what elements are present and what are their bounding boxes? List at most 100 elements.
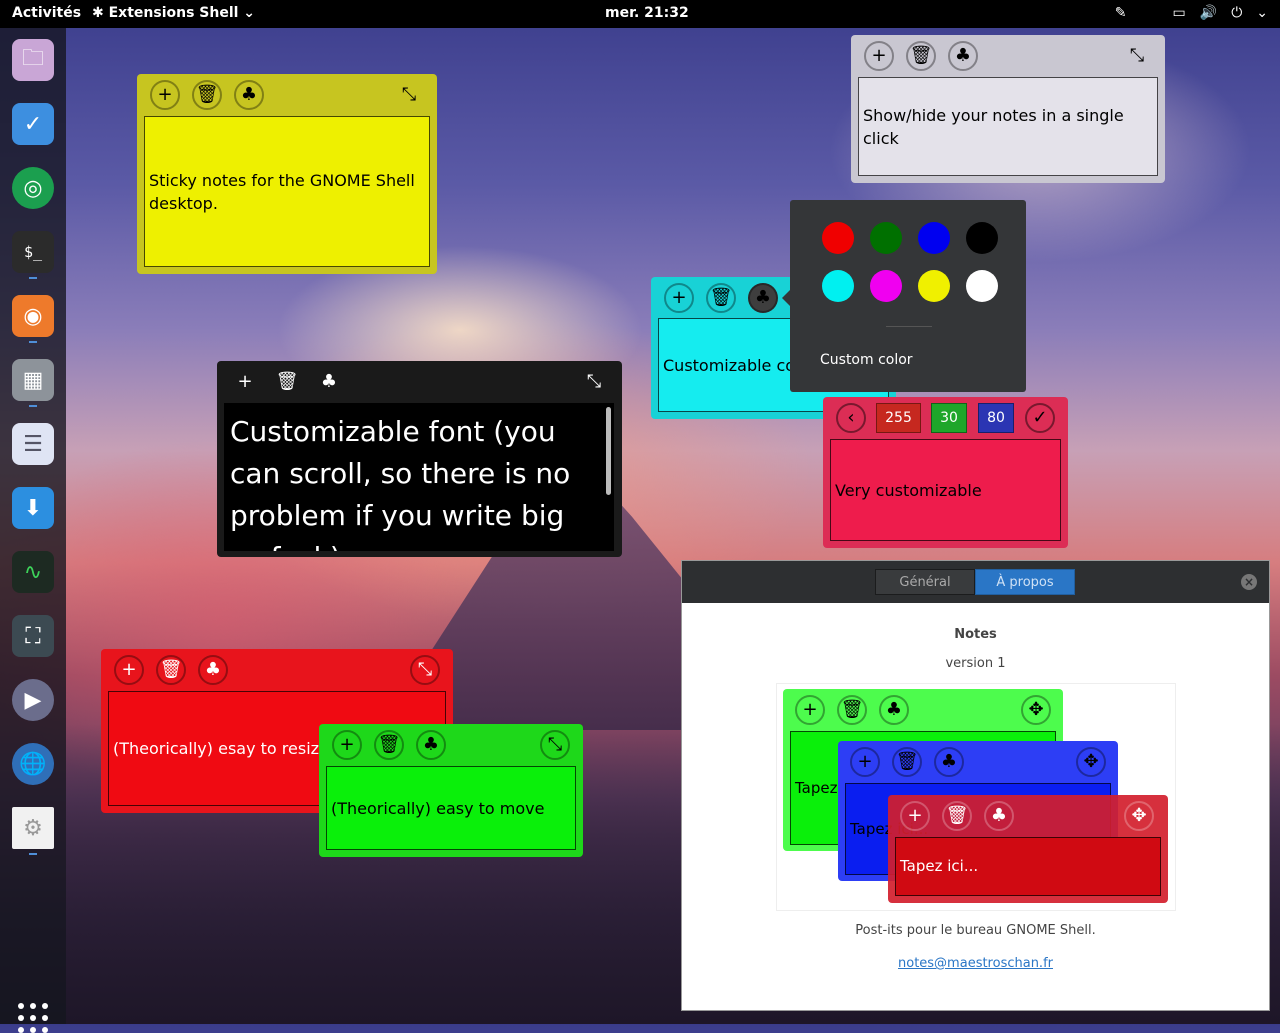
- note-pink[interactable]: ‹ 255 30 80 ✓ Very customizable: [823, 397, 1068, 548]
- resize-icon[interactable]: ⤡: [394, 80, 424, 110]
- delete-note-button[interactable]: 🗑: [906, 41, 936, 71]
- chevron-down-icon[interactable]: ⌄: [1256, 5, 1268, 21]
- swatch-white[interactable]: [966, 270, 998, 302]
- note-text[interactable]: Show/hide your notes in a single click: [858, 77, 1158, 176]
- settings-panel-icon[interactable]: ▦: [12, 359, 54, 401]
- software-download-icon[interactable]: ⬇: [12, 487, 54, 529]
- delete-note-button[interactable]: 🗑: [192, 80, 222, 110]
- note-text[interactable]: Very customizable: [830, 439, 1061, 541]
- color-button[interactable]: ♣: [314, 367, 344, 397]
- show-applications-icon[interactable]: [18, 1003, 48, 1033]
- tab-general[interactable]: Général: [875, 569, 975, 595]
- color-button[interactable]: ♣: [416, 730, 446, 760]
- add-note-button: +: [900, 801, 930, 831]
- note-text[interactable]: (Theorically) easy to move: [326, 766, 576, 850]
- screenshot-preview: + 🗑 ♣ ✥ Tapez ici... + 🗑 ♣ ✥ Tapez ici..…: [776, 683, 1176, 911]
- dialog-title: Notes: [954, 627, 997, 642]
- description: Post-its pour le bureau GNOME Shell.: [855, 923, 1096, 938]
- version-label: version 1: [945, 656, 1006, 671]
- running-indicator: [29, 853, 37, 855]
- add-note-button[interactable]: +: [230, 367, 260, 397]
- back-button[interactable]: ‹: [836, 403, 866, 433]
- files-icon[interactable]: 🗀: [12, 39, 54, 81]
- scrollbar[interactable]: [606, 407, 611, 495]
- add-note-button[interactable]: +: [150, 80, 180, 110]
- delete-note-button[interactable]: 🗑: [374, 730, 404, 760]
- app-menu[interactable]: ✱ Extensions Shell ⌄: [92, 5, 255, 21]
- confirm-check-icon[interactable]: ✓: [1025, 403, 1055, 433]
- swatch-blue[interactable]: [918, 222, 950, 254]
- resize-icon[interactable]: ⤡: [1122, 41, 1152, 71]
- terminal-icon[interactable]: $_: [12, 231, 54, 273]
- top-bar: Activités ✱ Extensions Shell ⌄ mer. 21:3…: [0, 0, 1280, 28]
- green-value-field[interactable]: 30: [931, 403, 967, 433]
- chrome-icon[interactable]: ◎: [12, 167, 54, 209]
- dialog-header: Général À propos ×: [682, 561, 1269, 603]
- web-icon[interactable]: 🌐: [12, 743, 54, 785]
- preview-note-red: + 🗑 ♣ ✥ Tapez ici...: [888, 795, 1168, 903]
- running-indicator: [29, 405, 37, 407]
- volume-icon[interactable]: 🔊: [1200, 5, 1217, 21]
- pen-icon[interactable]: ✎: [1115, 5, 1127, 21]
- dock: 🗀 ✓ ◎ $_ ◉ ▦ ☰ ⬇ ∿ ⛶ ▶ 🌐 ⚙: [0, 28, 66, 1033]
- swatch-cyan[interactable]: [822, 270, 854, 302]
- screenshot-icon[interactable]: ⛶: [12, 615, 54, 657]
- delete-note-button[interactable]: 🗑: [156, 655, 186, 685]
- add-note-button[interactable]: +: [664, 283, 694, 313]
- add-note-button[interactable]: +: [332, 730, 362, 760]
- system-monitor-icon[interactable]: ∿: [12, 551, 54, 593]
- resize-icon[interactable]: ⤡: [410, 655, 440, 685]
- tasks-icon[interactable]: ✓: [12, 103, 54, 145]
- tab-bar: Général À propos: [875, 569, 1075, 595]
- color-button[interactable]: ♣: [948, 41, 978, 71]
- add-note-button[interactable]: +: [114, 655, 144, 685]
- color-button[interactable]: ♣: [198, 655, 228, 685]
- video-icon[interactable]: ▶: [12, 679, 54, 721]
- running-indicator: [29, 277, 37, 279]
- power-icon[interactable]: ⏻: [1231, 5, 1242, 21]
- swatch-yellow[interactable]: [918, 270, 950, 302]
- chevron-down-icon: ⌄: [238, 5, 256, 21]
- resize-icon[interactable]: ⤡: [579, 367, 609, 397]
- swatch-black[interactable]: [966, 222, 998, 254]
- color-button: ♣: [879, 695, 909, 725]
- email-link[interactable]: notes@maestroschan.fr: [898, 956, 1053, 971]
- color-button-active[interactable]: ♣: [748, 283, 778, 313]
- delete-note-button[interactable]: 🗑: [272, 367, 302, 397]
- custom-color-button[interactable]: Custom color: [820, 352, 913, 368]
- screen-icon[interactable]: ▭: [1173, 5, 1186, 21]
- close-icon[interactable]: ×: [1241, 574, 1257, 590]
- activities-button[interactable]: Activités: [12, 5, 81, 21]
- red-value-field[interactable]: 255: [876, 403, 921, 433]
- app-menu-label: Extensions Shell: [108, 5, 239, 21]
- blue-value-field[interactable]: 80: [978, 403, 1014, 433]
- delete-note-button: 🗑: [942, 801, 972, 831]
- puzzle-icon: ✱: [92, 5, 109, 21]
- color-button[interactable]: ♣: [234, 80, 264, 110]
- resize-icon[interactable]: ⤡: [540, 730, 570, 760]
- note-green[interactable]: + 🗑 ♣ ⤡ (Theorically) easy to move: [319, 724, 583, 857]
- add-note-button: +: [850, 747, 880, 777]
- color-button: ♣: [984, 801, 1014, 831]
- firefox-icon[interactable]: ◉: [12, 295, 54, 337]
- note-text[interactable]: Customizable font (you can scroll, so th…: [224, 403, 614, 551]
- note-yellow[interactable]: + 🗑 ♣ ⤡ Sticky notes for the GNOME Shell…: [137, 74, 437, 274]
- color-popover: Custom color: [782, 200, 1026, 392]
- delete-note-button[interactable]: 🗑: [706, 283, 736, 313]
- system-tray[interactable]: ✎ ▭ 🔊 ⏻ ⌄: [1115, 5, 1268, 21]
- swatch-green[interactable]: [870, 222, 902, 254]
- resize-icon: ✥: [1124, 801, 1154, 831]
- email-link-row: notes@maestroschan.fr: [682, 956, 1269, 971]
- clock[interactable]: mer. 21:32: [605, 5, 689, 21]
- add-note-button[interactable]: +: [864, 41, 894, 71]
- note-text[interactable]: Sticky notes for the GNOME Shell desktop…: [144, 116, 430, 267]
- note-black[interactable]: + 🗑 ♣ ⤡ Customizable font (you can scrol…: [217, 361, 622, 557]
- swatch-magenta[interactable]: [870, 270, 902, 302]
- swatch-red[interactable]: [822, 222, 854, 254]
- add-note-button: +: [795, 695, 825, 725]
- preferences-gear-icon[interactable]: ⚙: [12, 807, 54, 849]
- note-grey[interactable]: + 🗑 ♣ ⤡ Show/hide your notes in a single…: [851, 35, 1165, 183]
- about-dialog: Général À propos × Notes version 1 + 🗑 ♣…: [681, 560, 1270, 1011]
- tab-about[interactable]: À propos: [975, 569, 1075, 595]
- text-editor-icon[interactable]: ☰: [12, 423, 54, 465]
